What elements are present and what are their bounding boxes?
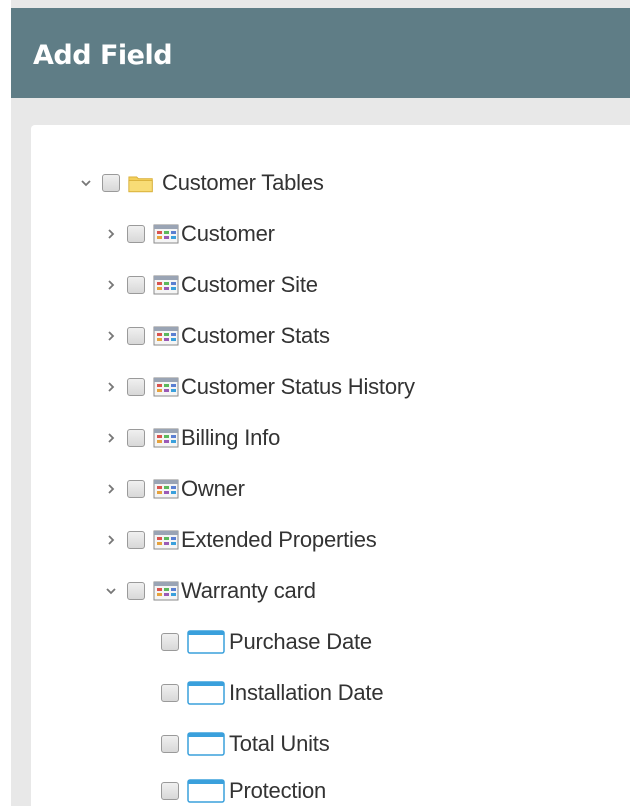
tree-node-label: Billing Info [181,425,281,450]
tree-node-installation-date[interactable]: Installation Date [161,678,384,708]
checkbox[interactable] [127,225,145,243]
folder-icon [128,172,154,194]
checkbox[interactable] [161,782,179,800]
checkbox[interactable] [127,378,145,396]
tree-node-owner[interactable]: Owner [105,474,245,504]
chevron-right-icon[interactable] [105,534,117,546]
table-icon [153,580,179,602]
table-icon [153,427,179,449]
tree-node-label: Total Units [229,731,330,756]
tree-node-label: Installation Date [229,680,384,705]
chevron-down-icon[interactable] [105,585,117,597]
chevron-right-icon[interactable] [105,228,117,240]
checkbox[interactable] [161,735,179,753]
tree-node-customer-tables[interactable]: Customer Tables [80,168,324,198]
table-icon [153,325,179,347]
field-icon [187,630,227,654]
tree-node-billing-info[interactable]: Billing Info [105,423,280,453]
tree-node-warranty-card[interactable]: Warranty card [105,576,316,606]
chevron-right-icon[interactable] [105,330,117,342]
checkbox[interactable] [127,429,145,447]
dialog-header: Add Field [11,8,630,98]
checkbox[interactable] [161,633,179,651]
tree-node-label: Owner [181,476,245,501]
tree-node-customer-stats[interactable]: Customer Stats [105,321,330,351]
tree-node-customer-status-history[interactable]: Customer Status History [105,372,415,402]
checkbox[interactable] [127,582,145,600]
tree-node-label: Extended Properties [181,527,377,552]
tree-node-label: Customer [181,221,275,246]
tree-node-extended-properties[interactable]: Extended Properties [105,525,377,555]
page-edge [0,0,11,806]
tree-node-label: Customer Site [181,272,318,297]
tree-node-purchase-date[interactable]: Purchase Date [161,627,372,657]
table-icon [153,274,179,296]
checkbox[interactable] [127,276,145,294]
tree-node-label: Warranty card [181,578,316,603]
table-icon [153,478,179,500]
checkbox[interactable] [161,684,179,702]
tree-node-customer-site[interactable]: Customer Site [105,270,318,300]
tree-node-label: Customer Status History [181,374,415,399]
checkbox[interactable] [127,480,145,498]
tree-node-label: Purchase Date [229,629,372,654]
table-icon [153,223,179,245]
chevron-right-icon[interactable] [105,432,117,444]
table-icon [153,529,179,551]
field-icon [187,732,227,756]
tree-node-protection[interactable]: Protection [161,776,326,806]
chevron-down-icon[interactable] [80,177,92,189]
checkbox[interactable] [127,531,145,549]
tree-node-customer[interactable]: Customer [105,219,275,249]
field-icon [187,681,227,705]
tree-node-label: Customer Tables [162,170,324,195]
dialog-title: Add Field [33,40,173,71]
chevron-right-icon[interactable] [105,279,117,291]
table-icon [153,376,179,398]
chevron-right-icon[interactable] [105,381,117,393]
checkbox[interactable] [127,327,145,345]
field-icon [187,779,227,803]
tree-node-label: Customer Stats [181,323,330,348]
tree-node-label: Protection [229,778,327,803]
checkbox[interactable] [102,174,120,192]
tree-node-total-units[interactable]: Total Units [161,729,330,759]
chevron-right-icon[interactable] [105,483,117,495]
